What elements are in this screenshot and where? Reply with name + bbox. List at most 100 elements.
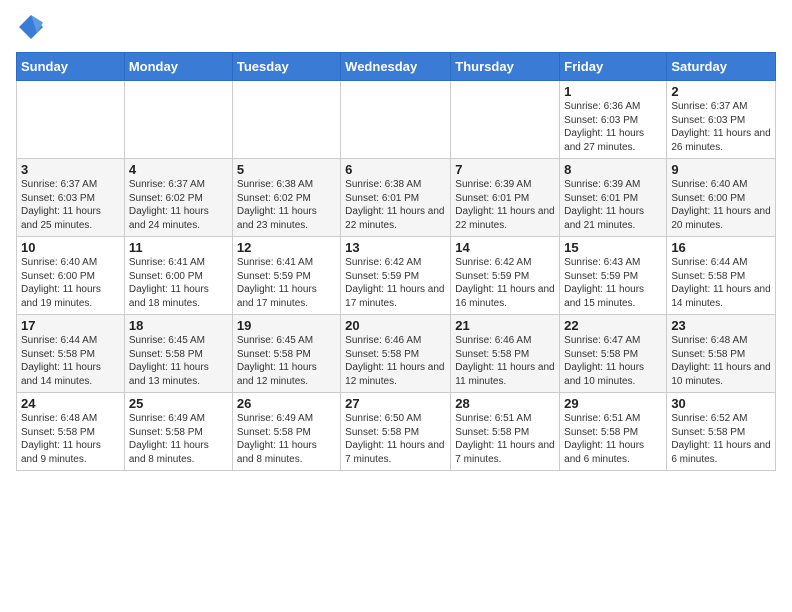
day-number: 8 bbox=[564, 162, 662, 177]
day-info: Sunrise: 6:38 AM Sunset: 6:01 PM Dayligh… bbox=[345, 178, 446, 232]
day-number: 30 bbox=[671, 396, 771, 411]
day-number: 16 bbox=[671, 240, 771, 255]
day-info: Sunrise: 6:39 AM Sunset: 6:01 PM Dayligh… bbox=[564, 178, 662, 232]
day-number: 21 bbox=[455, 318, 555, 333]
day-number: 18 bbox=[129, 318, 228, 333]
day-number: 10 bbox=[21, 240, 120, 255]
calendar-week-row: 17Sunrise: 6:44 AM Sunset: 5:58 PM Dayli… bbox=[17, 315, 776, 393]
day-number: 3 bbox=[21, 162, 120, 177]
weekday-header: Tuesday bbox=[232, 53, 340, 81]
calendar-cell: 26Sunrise: 6:49 AM Sunset: 5:58 PM Dayli… bbox=[232, 393, 340, 471]
day-number: 5 bbox=[237, 162, 336, 177]
calendar-cell: 18Sunrise: 6:45 AM Sunset: 5:58 PM Dayli… bbox=[124, 315, 232, 393]
day-number: 17 bbox=[21, 318, 120, 333]
calendar-cell: 20Sunrise: 6:46 AM Sunset: 5:58 PM Dayli… bbox=[341, 315, 451, 393]
calendar-cell: 27Sunrise: 6:50 AM Sunset: 5:58 PM Dayli… bbox=[341, 393, 451, 471]
day-info: Sunrise: 6:40 AM Sunset: 6:00 PM Dayligh… bbox=[21, 256, 120, 310]
day-info: Sunrise: 6:41 AM Sunset: 6:00 PM Dayligh… bbox=[129, 256, 228, 310]
calendar-cell: 8Sunrise: 6:39 AM Sunset: 6:01 PM Daylig… bbox=[560, 159, 667, 237]
day-info: Sunrise: 6:38 AM Sunset: 6:02 PM Dayligh… bbox=[237, 178, 336, 232]
day-info: Sunrise: 6:44 AM Sunset: 5:58 PM Dayligh… bbox=[671, 256, 771, 310]
day-number: 1 bbox=[564, 84, 662, 99]
calendar-cell: 28Sunrise: 6:51 AM Sunset: 5:58 PM Dayli… bbox=[451, 393, 560, 471]
calendar-cell: 10Sunrise: 6:40 AM Sunset: 6:00 PM Dayli… bbox=[17, 237, 125, 315]
day-info: Sunrise: 6:42 AM Sunset: 5:59 PM Dayligh… bbox=[455, 256, 555, 310]
day-info: Sunrise: 6:48 AM Sunset: 5:58 PM Dayligh… bbox=[671, 334, 771, 388]
logo-icon bbox=[16, 12, 46, 42]
day-number: 28 bbox=[455, 396, 555, 411]
day-number: 12 bbox=[237, 240, 336, 255]
calendar-week-row: 24Sunrise: 6:48 AM Sunset: 5:58 PM Dayli… bbox=[17, 393, 776, 471]
day-number: 26 bbox=[237, 396, 336, 411]
day-number: 24 bbox=[21, 396, 120, 411]
day-number: 14 bbox=[455, 240, 555, 255]
weekday-header: Wednesday bbox=[341, 53, 451, 81]
calendar-cell: 2Sunrise: 6:37 AM Sunset: 6:03 PM Daylig… bbox=[667, 81, 776, 159]
day-info: Sunrise: 6:46 AM Sunset: 5:58 PM Dayligh… bbox=[455, 334, 555, 388]
day-info: Sunrise: 6:51 AM Sunset: 5:58 PM Dayligh… bbox=[455, 412, 555, 466]
day-info: Sunrise: 6:41 AM Sunset: 5:59 PM Dayligh… bbox=[237, 256, 336, 310]
day-number: 11 bbox=[129, 240, 228, 255]
day-info: Sunrise: 6:39 AM Sunset: 6:01 PM Dayligh… bbox=[455, 178, 555, 232]
calendar-cell: 17Sunrise: 6:44 AM Sunset: 5:58 PM Dayli… bbox=[17, 315, 125, 393]
logo bbox=[16, 12, 50, 42]
weekday-header: Friday bbox=[560, 53, 667, 81]
day-info: Sunrise: 6:40 AM Sunset: 6:00 PM Dayligh… bbox=[671, 178, 771, 232]
calendar-cell: 24Sunrise: 6:48 AM Sunset: 5:58 PM Dayli… bbox=[17, 393, 125, 471]
day-info: Sunrise: 6:37 AM Sunset: 6:03 PM Dayligh… bbox=[21, 178, 120, 232]
day-info: Sunrise: 6:52 AM Sunset: 5:58 PM Dayligh… bbox=[671, 412, 771, 466]
day-info: Sunrise: 6:51 AM Sunset: 5:58 PM Dayligh… bbox=[564, 412, 662, 466]
day-number: 25 bbox=[129, 396, 228, 411]
day-info: Sunrise: 6:49 AM Sunset: 5:58 PM Dayligh… bbox=[129, 412, 228, 466]
calendar-table: SundayMondayTuesdayWednesdayThursdayFrid… bbox=[16, 52, 776, 471]
calendar-cell bbox=[232, 81, 340, 159]
main-container: SundayMondayTuesdayWednesdayThursdayFrid… bbox=[0, 0, 792, 479]
weekday-header: Thursday bbox=[451, 53, 560, 81]
calendar-cell: 21Sunrise: 6:46 AM Sunset: 5:58 PM Dayli… bbox=[451, 315, 560, 393]
calendar-cell: 12Sunrise: 6:41 AM Sunset: 5:59 PM Dayli… bbox=[232, 237, 340, 315]
day-info: Sunrise: 6:45 AM Sunset: 5:58 PM Dayligh… bbox=[237, 334, 336, 388]
calendar-week-row: 3Sunrise: 6:37 AM Sunset: 6:03 PM Daylig… bbox=[17, 159, 776, 237]
day-number: 7 bbox=[455, 162, 555, 177]
calendar-cell: 1Sunrise: 6:36 AM Sunset: 6:03 PM Daylig… bbox=[560, 81, 667, 159]
calendar-cell: 16Sunrise: 6:44 AM Sunset: 5:58 PM Dayli… bbox=[667, 237, 776, 315]
calendar-cell: 11Sunrise: 6:41 AM Sunset: 6:00 PM Dayli… bbox=[124, 237, 232, 315]
calendar-cell bbox=[124, 81, 232, 159]
day-number: 15 bbox=[564, 240, 662, 255]
day-number: 27 bbox=[345, 396, 446, 411]
weekday-header: Monday bbox=[124, 53, 232, 81]
day-number: 19 bbox=[237, 318, 336, 333]
day-number: 20 bbox=[345, 318, 446, 333]
calendar-cell: 14Sunrise: 6:42 AM Sunset: 5:59 PM Dayli… bbox=[451, 237, 560, 315]
day-number: 2 bbox=[671, 84, 771, 99]
calendar-cell: 30Sunrise: 6:52 AM Sunset: 5:58 PM Dayli… bbox=[667, 393, 776, 471]
calendar-header-row: SundayMondayTuesdayWednesdayThursdayFrid… bbox=[17, 53, 776, 81]
calendar-cell: 5Sunrise: 6:38 AM Sunset: 6:02 PM Daylig… bbox=[232, 159, 340, 237]
weekday-header: Sunday bbox=[17, 53, 125, 81]
day-number: 4 bbox=[129, 162, 228, 177]
calendar-cell: 4Sunrise: 6:37 AM Sunset: 6:02 PM Daylig… bbox=[124, 159, 232, 237]
day-number: 13 bbox=[345, 240, 446, 255]
calendar-cell: 3Sunrise: 6:37 AM Sunset: 6:03 PM Daylig… bbox=[17, 159, 125, 237]
calendar-cell bbox=[17, 81, 125, 159]
calendar-week-row: 1Sunrise: 6:36 AM Sunset: 6:03 PM Daylig… bbox=[17, 81, 776, 159]
day-info: Sunrise: 6:43 AM Sunset: 5:59 PM Dayligh… bbox=[564, 256, 662, 310]
calendar-cell bbox=[341, 81, 451, 159]
day-info: Sunrise: 6:50 AM Sunset: 5:58 PM Dayligh… bbox=[345, 412, 446, 466]
weekday-header: Saturday bbox=[667, 53, 776, 81]
calendar-cell: 19Sunrise: 6:45 AM Sunset: 5:58 PM Dayli… bbox=[232, 315, 340, 393]
day-number: 9 bbox=[671, 162, 771, 177]
day-info: Sunrise: 6:48 AM Sunset: 5:58 PM Dayligh… bbox=[21, 412, 120, 466]
header bbox=[16, 12, 776, 42]
calendar-cell: 23Sunrise: 6:48 AM Sunset: 5:58 PM Dayli… bbox=[667, 315, 776, 393]
day-info: Sunrise: 6:47 AM Sunset: 5:58 PM Dayligh… bbox=[564, 334, 662, 388]
day-number: 22 bbox=[564, 318, 662, 333]
calendar-cell: 22Sunrise: 6:47 AM Sunset: 5:58 PM Dayli… bbox=[560, 315, 667, 393]
day-info: Sunrise: 6:44 AM Sunset: 5:58 PM Dayligh… bbox=[21, 334, 120, 388]
day-info: Sunrise: 6:37 AM Sunset: 6:03 PM Dayligh… bbox=[671, 100, 771, 154]
day-number: 29 bbox=[564, 396, 662, 411]
calendar-cell: 7Sunrise: 6:39 AM Sunset: 6:01 PM Daylig… bbox=[451, 159, 560, 237]
calendar-cell: 13Sunrise: 6:42 AM Sunset: 5:59 PM Dayli… bbox=[341, 237, 451, 315]
day-info: Sunrise: 6:37 AM Sunset: 6:02 PM Dayligh… bbox=[129, 178, 228, 232]
calendar-cell: 9Sunrise: 6:40 AM Sunset: 6:00 PM Daylig… bbox=[667, 159, 776, 237]
